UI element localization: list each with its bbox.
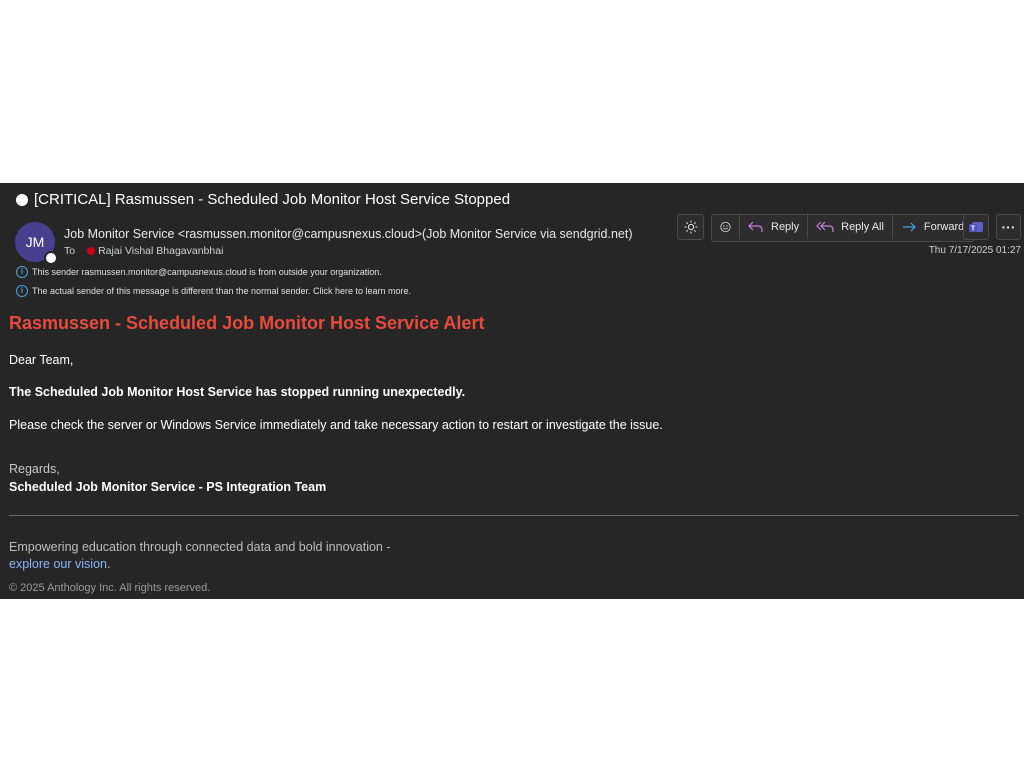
footer-link-line: explore our vision. [9,557,110,571]
more-icon: ··· [1001,219,1016,235]
recipient-name[interactable]: Rajai Vishal Bhagavanbhai [98,245,223,257]
svg-text:T: T [971,226,976,233]
sun-icon [684,220,697,234]
different-sender-text[interactable]: The actual sender of this message is dif… [32,286,411,296]
alert-heading: Rasmussen - Scheduled Job Monitor Host S… [9,313,485,333]
greeting-text: Dear Team, [9,353,74,367]
email-subject: [CRITICAL] Rasmussen - Scheduled Job Mon… [34,191,511,208]
signature-text: Scheduled Job Monitor Service - PS Integ… [9,480,327,494]
presence-status-icon [44,251,58,265]
more-actions-button[interactable]: ··· [996,214,1021,240]
teams-share-button[interactable]: T [963,214,989,240]
forward-label: Forward [923,221,965,233]
avatar-initials: JM [25,234,45,250]
different-sender-notice[interactable]: i The actual sender of this message is d… [16,285,411,297]
instruction-text: Please check the server or Windows Servi… [9,418,663,432]
sender-name[interactable]: Job Monitor Service <rasmussen.monitor@c… [64,227,633,241]
reply-actions: Reply Reply All Forward [711,214,976,242]
regards-text: Regards, [9,462,60,476]
emoji-reaction-button[interactable] [712,215,740,239]
theme-toggle-button[interactable] [677,214,704,240]
reading-pane: [CRITICAL] Rasmussen - Scheduled Job Mon… [0,183,1024,599]
external-sender-text: This sender rasmussen.monitor@campusnexu… [32,267,382,277]
status-statement: The Scheduled Job Monitor Host Service h… [9,385,466,399]
subject-line: [CRITICAL] Rasmussen - Scheduled Job Mon… [16,191,510,208]
forward-arrow-icon [902,222,916,232]
reply-arrow-icon [748,221,763,232]
reply-all-label: Reply All [841,221,884,233]
received-timestamp: Thu 7/17/2025 01:27 [928,245,1021,256]
reply-label: Reply [771,221,800,233]
teams-icon: T [969,222,983,233]
to-label: To [64,245,76,257]
smiley-icon [720,221,731,233]
link-suffix: . [106,557,111,571]
footer-tagline: Empowering education through connected d… [9,540,391,554]
info-icon: i [16,266,28,278]
reply-all-arrow-icon [816,221,834,232]
info-icon: i [16,285,28,297]
external-sender-notice: i This sender rasmussen.monitor@campusne… [16,266,382,278]
footer-divider [9,515,1018,516]
vision-link[interactable]: explore our vision [9,557,107,571]
reply-button[interactable]: Reply [740,215,809,239]
copyright-text: © 2025 Anthology Inc. All rights reserve… [9,582,211,594]
recipient-presence-icon [87,247,96,255]
recipient-line: To Rajai Vishal Bhagavanbhai [64,245,223,257]
unread-dot-icon [16,193,28,206]
reply-all-button[interactable]: Reply All [808,215,893,239]
